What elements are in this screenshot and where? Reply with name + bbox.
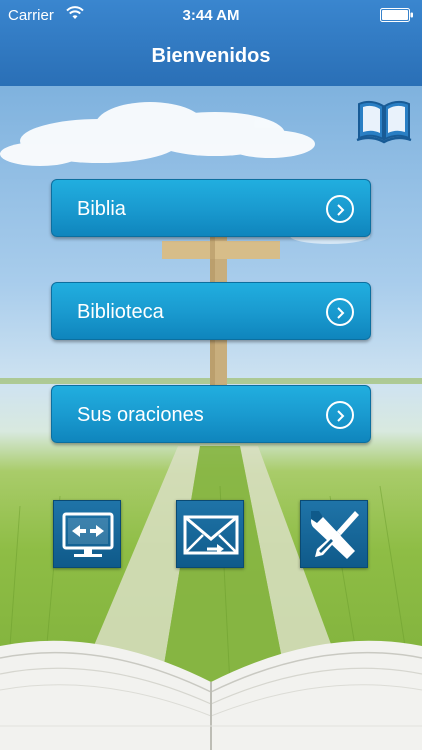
chevron-right-icon xyxy=(326,298,354,326)
chevron-right-icon xyxy=(326,195,354,223)
menu-button-label: Sus oraciones xyxy=(77,404,204,426)
open-book-icon[interactable] xyxy=(356,98,412,144)
clock-label: 3:44 AM xyxy=(182,7,240,24)
menu-button-biblioteca[interactable]: Biblioteca xyxy=(51,282,371,340)
menu-button-biblia[interactable]: Biblia xyxy=(51,179,371,237)
chevron-right-icon xyxy=(326,401,354,429)
page-title: Bienvenidos xyxy=(151,45,271,67)
menu-button-label: Biblia xyxy=(77,198,126,220)
battery-icon xyxy=(380,8,413,22)
wrench-screwdriver-icon[interactable] xyxy=(300,500,368,568)
status-bar: Carrier 3:44 AM xyxy=(0,0,422,30)
navigation-bar: Carrier 3:44 AM Bienvenidos xyxy=(0,0,422,86)
monitor-arrows-icon[interactable] xyxy=(53,500,121,568)
menu-button-label: Biblioteca xyxy=(77,301,164,323)
envelope-icon[interactable] xyxy=(176,500,244,568)
menu-button-sus-oraciones[interactable]: Sus oraciones xyxy=(51,385,371,443)
